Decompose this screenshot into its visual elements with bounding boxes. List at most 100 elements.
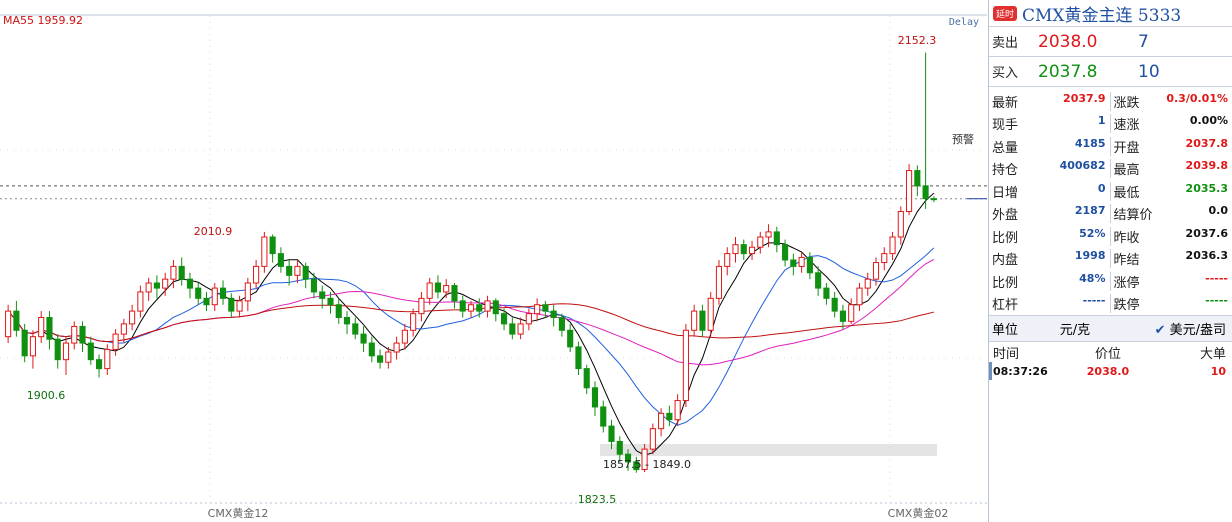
- stat-value: 0: [1097, 181, 1106, 195]
- candle: [236, 300, 243, 312]
- candle: [228, 297, 235, 312]
- candle: [914, 170, 921, 187]
- candle: [443, 285, 450, 293]
- stat-label: 结算价: [1113, 208, 1153, 224]
- quote-panel: 延时 CMX黄金主连 5333 卖出 2038.0 7 买入 2037.8 10…: [988, 0, 1232, 522]
- candle: [550, 310, 557, 319]
- stats-row: 比例 52% 昨收 2037.6: [989, 225, 1232, 248]
- stat-cell: 结算价 0.0: [1111, 204, 1232, 223]
- kline-svg[interactable]: 2152.3 2010.9 1900.6 1823.5 1857.5 - 1849.0 预…: [0, 0, 987, 522]
- candle: [542, 304, 549, 312]
- sell-row[interactable]: 卖出 2038.0 7: [989, 27, 1232, 57]
- tick-header-volume: 大单: [1199, 346, 1226, 362]
- tick-header-time: 时间: [993, 346, 1020, 362]
- stat-value: 2036.3: [1185, 249, 1228, 263]
- candle: [13, 310, 20, 331]
- candle: [410, 313, 417, 331]
- candle: [699, 310, 706, 331]
- stat-label: 最低: [1113, 185, 1140, 201]
- candle: [922, 185, 929, 200]
- candle: [864, 278, 871, 289]
- candle: [583, 368, 590, 389]
- candle: [343, 317, 351, 325]
- stat-cell: 速涨 0.00%: [1111, 114, 1232, 133]
- candle: [815, 272, 822, 289]
- kline-chart[interactable]: 2152.3 2010.9 1900.6 1823.5 1857.5 - 1849.0 预…: [0, 0, 987, 522]
- stat-value: 0.00%: [1189, 114, 1228, 128]
- candle: [368, 342, 375, 357]
- tick-price: 2038.0: [1086, 364, 1130, 378]
- candle: [319, 291, 326, 299]
- unit-alt-toggle[interactable]: ✔ 美元/盎司: [1106, 319, 1232, 338]
- stat-label: 速涨: [1113, 118, 1140, 134]
- stat-value: 1998: [1074, 249, 1106, 263]
- candle: [112, 333, 119, 350]
- stats-row: 内盘 1998 昨结 2036.3: [989, 248, 1232, 271]
- candle: [269, 236, 276, 255]
- stat-cell: 比例 48%: [989, 271, 1111, 291]
- stat-cell: 最高 2039.8: [1111, 159, 1232, 178]
- stat-cell: 最低 2035.3: [1111, 182, 1232, 201]
- stat-value: 2037.8: [1185, 136, 1228, 150]
- candle: [525, 313, 532, 325]
- candle: [773, 231, 780, 246]
- candle: [219, 287, 227, 299]
- candle: [46, 317, 53, 340]
- stat-cell: 涨跌 0.3/0.01%: [1111, 92, 1232, 111]
- stat-label: 跌停: [1113, 298, 1140, 314]
- stat-label: 涨跌: [1113, 95, 1140, 111]
- candle: [872, 262, 880, 280]
- stat-label: 开盘: [1113, 140, 1140, 156]
- candle: [881, 253, 888, 264]
- candle: [360, 333, 367, 344]
- candle: [302, 265, 309, 280]
- candle: [484, 300, 491, 312]
- unit-row[interactable]: 单位 元/克 ✔ 美元/盎司: [989, 316, 1232, 342]
- stat-label: 涨停: [1113, 275, 1140, 291]
- stat-value: 0.0: [1208, 204, 1229, 218]
- candle: [71, 325, 78, 344]
- buy-row[interactable]: 买入 2037.8 10: [989, 57, 1232, 87]
- stats-row: 最新 2037.9 涨跌 0.3/0.01%: [989, 90, 1232, 113]
- stat-value: -----: [1205, 294, 1228, 308]
- candle: [29, 336, 36, 357]
- sell-price: 2038.0: [1038, 31, 1098, 52]
- stat-value: 400682: [1059, 159, 1106, 173]
- candle: [509, 323, 516, 335]
- candle: [377, 355, 384, 363]
- candle: [137, 291, 144, 312]
- candle: [451, 285, 458, 302]
- candle: [21, 329, 28, 357]
- candle: [310, 278, 318, 293]
- annotation-high: 2152.3: [898, 34, 937, 47]
- stat-label: 杠杆: [992, 298, 1019, 314]
- stat-cell: 昨结 2036.3: [1111, 249, 1232, 268]
- candle: [244, 282, 251, 302]
- unit-label: 单位: [992, 323, 1019, 338]
- candle: [385, 351, 392, 363]
- candle: [534, 304, 541, 315]
- stat-value: 0.3/0.01%: [1166, 91, 1228, 105]
- candle: [806, 256, 813, 274]
- candle: [129, 310, 136, 325]
- candle: [401, 329, 408, 344]
- tick-row[interactable]: 08:37:26 2038.0 10: [989, 362, 1232, 380]
- stat-label: 比例: [992, 230, 1019, 246]
- candle: [434, 282, 442, 293]
- ma55-label: MA55 1959.92: [3, 14, 83, 27]
- candle: [418, 297, 425, 315]
- stat-label: 比例: [992, 275, 1019, 291]
- candle: [38, 317, 45, 338]
- candle: [327, 297, 334, 306]
- stat-cell: 开盘 2037.8: [1111, 137, 1232, 156]
- stat-value: 2037.9: [1063, 91, 1106, 105]
- candle: [608, 425, 615, 442]
- stat-value: -----: [1205, 271, 1228, 285]
- unit-value[interactable]: 元/克: [1044, 319, 1106, 338]
- stat-cell: 最新 2037.9: [989, 91, 1111, 111]
- stat-label: 最高: [1113, 163, 1140, 179]
- delay-badge: 延时: [993, 5, 1018, 21]
- tick-volume: 10: [1210, 364, 1226, 378]
- candle: [277, 253, 284, 267]
- stat-label: 日增: [992, 185, 1019, 201]
